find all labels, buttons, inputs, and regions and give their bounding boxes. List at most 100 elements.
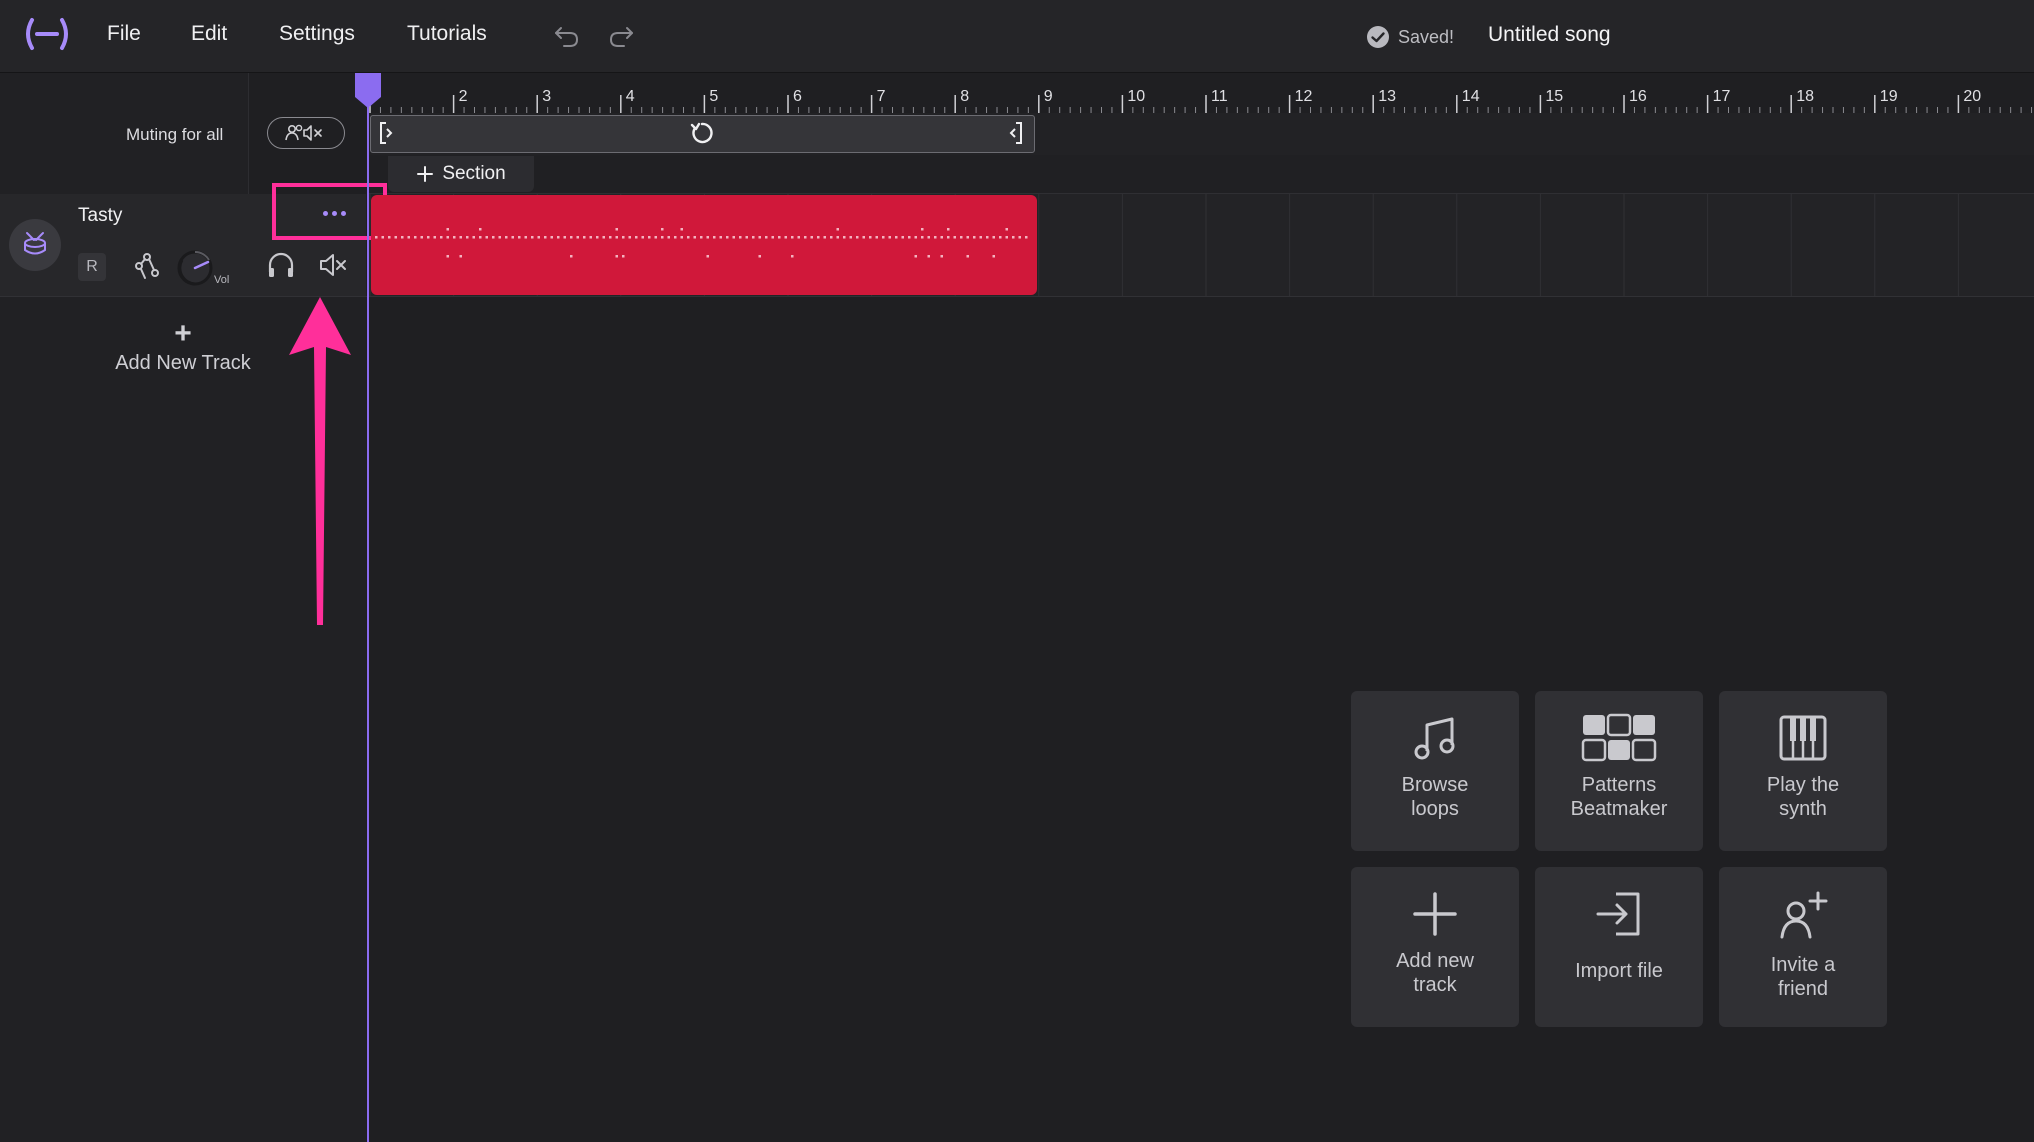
saved-status: Saved!: [1366, 24, 1454, 50]
clip-note: [414, 236, 417, 239]
loop-start-bracket-icon[interactable]: [377, 120, 401, 146]
clip-note: [836, 228, 839, 231]
ruler-bar-number: 14: [1462, 88, 1480, 105]
loop-end-bracket-icon[interactable]: [1001, 120, 1025, 146]
clip-note: [713, 236, 716, 239]
clip-note: [901, 236, 904, 239]
import-file-tile[interactable]: Import file: [1535, 867, 1703, 1027]
app-logo-icon[interactable]: [22, 14, 72, 54]
add-section-button[interactable]: Section: [388, 156, 534, 192]
clip-note: [875, 236, 878, 239]
clip-note: [700, 236, 703, 239]
browse-loops-label: Browse loops: [1401, 774, 1469, 820]
clip-note: [557, 236, 560, 239]
clip-note: [771, 236, 774, 239]
clip-note: [947, 236, 950, 239]
section-row: [368, 155, 2034, 194]
clip-note: [687, 236, 690, 239]
ruler-bar-number: 12: [1295, 88, 1313, 105]
annotation-arrow-icon: [289, 297, 351, 625]
loop-icon[interactable]: [687, 118, 717, 148]
menu-edit[interactable]: Edit: [191, 22, 227, 46]
audio-clip[interactable]: [371, 195, 1037, 295]
patterns-beatmaker-tile[interactable]: Patterns Beatmaker: [1535, 691, 1703, 851]
clip-note: [908, 236, 911, 239]
clip-note: [914, 236, 917, 239]
plus-icon: +: [174, 317, 192, 350]
clip-note: [680, 236, 683, 239]
loop-region[interactable]: [370, 115, 1035, 153]
clip-note: [882, 236, 885, 239]
undo-icon[interactable]: [552, 20, 582, 50]
add-section-label: Section: [442, 163, 506, 184]
playhead-handle[interactable]: [354, 73, 382, 109]
clip-note: [960, 236, 963, 239]
clip-note: [693, 236, 696, 239]
clip-note: [615, 255, 618, 258]
clip-note: [576, 236, 579, 239]
browse-loops-tile[interactable]: Browse loops: [1351, 691, 1519, 851]
redo-icon[interactable]: [606, 20, 636, 50]
add-new-track-tile-label: Add new track: [1396, 950, 1474, 996]
ruler-bar-number: 7: [877, 88, 886, 105]
muting-for-all-toggle[interactable]: [267, 117, 345, 149]
clip-note: [628, 236, 631, 239]
ruler-bar-number: 15: [1545, 88, 1563, 105]
play-synth-tile[interactable]: Play the synth: [1719, 691, 1887, 851]
clip-note: [862, 236, 865, 239]
menu-file[interactable]: File: [107, 22, 141, 46]
effects-icon[interactable]: [132, 251, 162, 281]
clip-note: [667, 236, 670, 239]
ruler-bar-number: 9: [1044, 88, 1053, 105]
record-arm-button[interactable]: R: [78, 253, 106, 281]
add-new-track-tile[interactable]: Add new track: [1351, 867, 1519, 1027]
plus-icon: [417, 166, 434, 182]
menu-tutorials[interactable]: Tutorials: [407, 22, 487, 46]
clip-note: [758, 255, 761, 258]
track-name[interactable]: Tasty: [78, 205, 122, 227]
invite-friend-tile[interactable]: Invite a friend: [1719, 867, 1887, 1027]
clip-note: [550, 236, 553, 239]
clip-note: [498, 236, 501, 239]
headphones-icon[interactable]: [266, 250, 296, 280]
menu-settings[interactable]: Settings: [279, 22, 355, 46]
check-circle-icon: [1367, 26, 1389, 48]
clip-note: [856, 236, 859, 239]
clip-note: [459, 255, 462, 258]
grid-icon: [1581, 713, 1657, 762]
saved-text: Saved!: [1398, 26, 1455, 47]
clip-note: [966, 255, 969, 258]
clip-note: [407, 236, 410, 239]
clip-note: [394, 236, 397, 239]
plus-icon: [1413, 892, 1457, 936]
mute-speaker-icon[interactable]: [318, 250, 348, 280]
clip-note: [726, 236, 729, 239]
clip-note: [732, 236, 735, 239]
clip-note: [830, 236, 833, 239]
muting-label: Muting for all: [126, 125, 224, 144]
clip-note: [836, 236, 839, 239]
clip-note: [674, 236, 677, 239]
clip-note: [648, 236, 651, 239]
clip-note: [641, 236, 644, 239]
timeline-ruler[interactable]: 2 3 4 5 6 7 8 9 10 11 12 13 14 15 16 17 18 19 20: [368, 73, 2034, 113]
clip-note: [635, 236, 638, 239]
import-icon: [1596, 892, 1640, 936]
play-synth-label: Play the synth: [1766, 774, 1840, 820]
clip-note: [570, 236, 573, 239]
clip-note: [992, 236, 995, 239]
ruler-bar-number: 16: [1629, 88, 1647, 105]
clip-note: [966, 236, 969, 239]
clip-note: [804, 236, 807, 239]
clip-note: [1018, 236, 1021, 239]
clip-note: [986, 236, 989, 239]
clip-note: [531, 236, 534, 239]
song-title[interactable]: Untitled song: [1488, 23, 1611, 47]
clip-note: [505, 236, 508, 239]
clip-note: [895, 236, 898, 239]
clip-note: [927, 236, 930, 239]
clip-note: [479, 236, 482, 239]
track-instrument-icon[interactable]: [9, 219, 61, 271]
ruler-bar-number: 11: [1211, 88, 1228, 105]
top-bar: File Edit Settings Tutorials Saved! Unti…: [0, 0, 2034, 73]
